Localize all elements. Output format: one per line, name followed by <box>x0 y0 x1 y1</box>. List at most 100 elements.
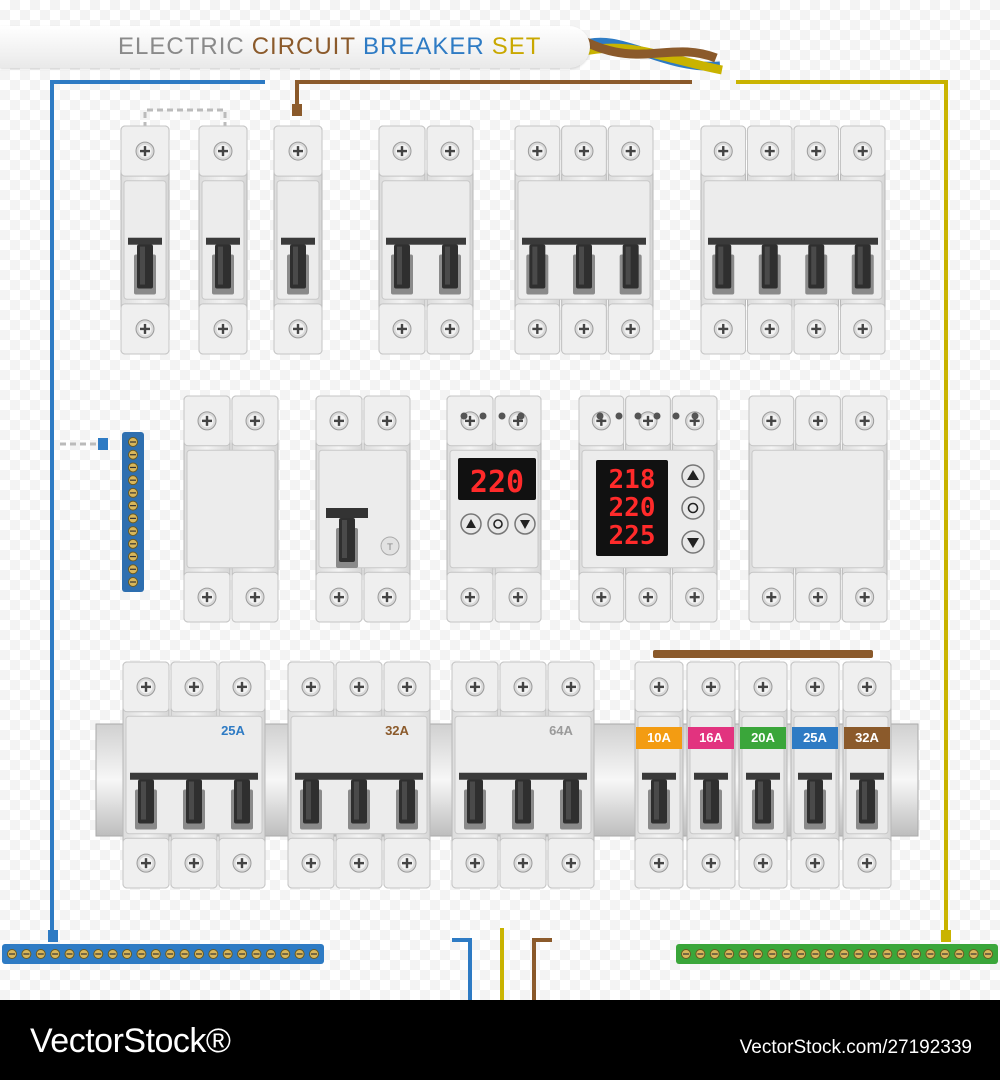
screw-slot <box>448 323 452 334</box>
lever-bar <box>798 772 832 780</box>
screw-icon <box>245 587 265 607</box>
two-pole-breaker <box>378 125 474 355</box>
screw-icon <box>349 677 369 697</box>
screw-slot <box>309 681 313 692</box>
screw-icon <box>184 677 204 697</box>
lever-highlight <box>758 781 763 820</box>
comb-busbar <box>653 650 873 658</box>
screw-icon <box>377 587 397 607</box>
busbar-vertical <box>122 432 144 592</box>
screw-slot <box>768 146 771 157</box>
screw-slot <box>405 681 409 692</box>
screw-icon <box>574 141 594 161</box>
screw-icon <box>806 141 826 161</box>
lever-highlight <box>445 246 450 285</box>
single-pole-breaker <box>686 661 736 889</box>
screw-slot <box>473 681 477 692</box>
lever-highlight <box>857 246 863 285</box>
screw-slot <box>815 323 818 334</box>
screw-slot <box>768 323 771 334</box>
toggle-lever-icon <box>183 779 205 830</box>
screw-slot <box>709 858 713 869</box>
toggle-lever-icon <box>851 244 874 295</box>
screw-slot <box>863 592 866 603</box>
lever-highlight <box>141 781 146 820</box>
screw-icon <box>465 853 485 873</box>
lever-highlight <box>811 246 817 285</box>
lever-highlight <box>189 781 194 820</box>
screw-icon <box>753 853 773 873</box>
screw-icon <box>440 141 460 161</box>
toggle-lever-icon <box>805 244 828 295</box>
screw-slot <box>629 323 632 334</box>
phase-wire <box>295 80 692 112</box>
breaker-face <box>751 449 885 569</box>
neutral-wire-stub <box>452 938 472 1000</box>
screw-slot <box>709 681 713 692</box>
screw-icon <box>649 853 669 873</box>
screw-slot <box>468 415 472 426</box>
screw-icon <box>232 853 252 873</box>
screw-icon <box>701 677 721 697</box>
breaker-rating-label: 32A <box>385 723 409 738</box>
screw-slot <box>296 323 300 334</box>
lever-highlight <box>764 246 770 285</box>
screw-slot <box>816 415 820 426</box>
screw-icon <box>621 141 641 161</box>
lever-highlight <box>237 781 242 820</box>
screw-slot <box>192 858 196 869</box>
screw-slot <box>143 146 147 157</box>
lever-highlight <box>218 246 223 285</box>
screw-slot <box>253 415 257 426</box>
lever-bar <box>206 237 240 245</box>
screw-slot <box>309 858 313 869</box>
power-button-icon <box>487 513 509 535</box>
lever-highlight <box>579 246 584 285</box>
screw-icon <box>135 319 155 339</box>
screw-icon <box>508 587 528 607</box>
screw-icon <box>561 677 581 697</box>
toggle-lever-icon <box>439 244 461 295</box>
test-button-label: T <box>386 543 393 553</box>
vectorstock-logo: VectorStock® <box>30 1022 231 1060</box>
screw-icon <box>136 853 156 873</box>
toggle-lever-icon <box>396 779 418 830</box>
lever-highlight <box>706 781 711 820</box>
screw-icon <box>561 853 581 873</box>
screw-icon <box>574 319 594 339</box>
screw-slot <box>400 323 404 334</box>
toggle-lever-icon <box>700 779 722 830</box>
lever-highlight <box>532 246 538 285</box>
screw-slot <box>815 146 818 157</box>
screw-slot <box>357 681 361 692</box>
screw-slot <box>521 858 525 869</box>
power-button-icon <box>681 496 705 520</box>
voltage-readout: 220 <box>470 465 524 500</box>
screw-slot <box>657 681 661 692</box>
phase-connector <box>292 104 302 116</box>
screw-icon <box>213 141 233 161</box>
screw-slot <box>253 592 257 603</box>
lever-highlight <box>862 781 867 820</box>
single-pole-breaker <box>634 661 684 889</box>
screw-icon <box>855 587 875 607</box>
lever-bar <box>708 237 878 245</box>
screw-slot <box>863 415 866 426</box>
lever-bar <box>746 772 780 780</box>
led-dot <box>634 412 642 420</box>
screw-icon <box>197 411 217 431</box>
screw-icon <box>591 587 611 607</box>
ground-terminal-bar <box>676 944 998 964</box>
screw-slot <box>405 858 409 869</box>
screw-icon <box>184 853 204 873</box>
lever-highlight <box>470 781 475 820</box>
screw-slot <box>861 146 864 157</box>
screw-slot <box>693 592 696 603</box>
breaker-rating-label: 25A <box>221 723 245 738</box>
screw-slot <box>861 323 864 334</box>
screw-slot <box>536 146 539 157</box>
screw-slot <box>448 146 452 157</box>
screw-icon <box>397 853 417 873</box>
breaker-rating-tag: 25A <box>792 727 838 749</box>
toggle-lever-icon <box>336 518 358 568</box>
